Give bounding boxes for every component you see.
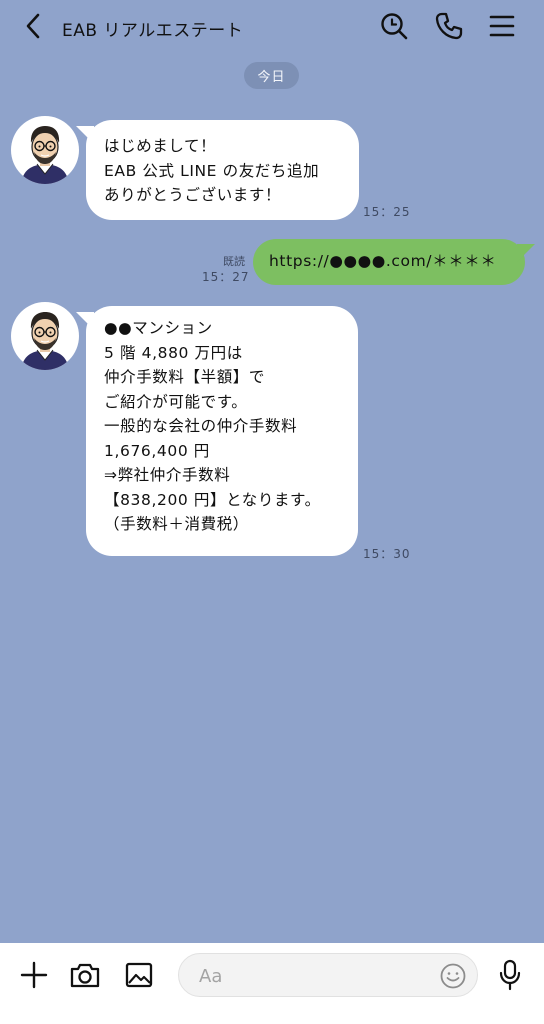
emoji-icon[interactable] [439,962,467,990]
message-text: はじめまして！ EAB 公式 LINE の友だち追加 ありがとうございます！ [104,137,320,204]
chat-screen: EAB リアルエステート 今日 はじめまして！ EAB 公式 LINE の友だち… [0,0,544,1024]
search-button[interactable] [376,10,412,46]
chat-title: EAB リアルエステート [62,21,244,41]
search-icon [379,11,409,45]
message-time: 15：25 [363,205,411,219]
camera-button[interactable] [67,959,103,995]
back-button[interactable] [18,12,50,44]
person-avatar-icon [12,303,78,370]
person-avatar-icon [12,117,78,184]
menu-icon [487,11,517,45]
microphone-button[interactable] [492,959,528,995]
message-input[interactable] [197,954,441,998]
chat-header: EAB リアルエステート [0,0,544,60]
add-button[interactable] [16,959,52,995]
menu-button[interactable] [484,10,520,46]
microphone-icon [496,959,524,995]
message-text: ●●マンション 5 階 4,880 万円は 仲介手数料【半額】で ご紹介が可能で… [104,319,321,533]
outgoing-message-bubble[interactable]: https://●●●●.com/＊＊＊＊ [253,239,535,285]
message-link[interactable]: https://●●●●.com/＊＊＊＊ [269,249,525,273]
avatar[interactable] [11,302,79,370]
message-time: 15：27 [202,270,250,284]
chevron-left-icon [22,12,46,44]
message-input-container[interactable] [178,953,478,998]
call-button[interactable] [431,10,467,46]
avatar[interactable] [11,116,79,184]
camera-icon [69,960,101,994]
image-button[interactable] [121,959,157,995]
plus-icon [19,960,49,994]
read-receipt: 既読 [223,255,245,268]
date-separator: 今日 [244,62,299,89]
message-time: 15：30 [363,547,411,561]
incoming-message-bubble[interactable]: ●●マンション 5 階 4,880 万円は 仲介手数料【半額】で ご紹介が可能で… [76,306,358,556]
incoming-message-bubble[interactable]: はじめまして！ EAB 公式 LINE の友だち追加 ありがとうございます！ [76,120,359,220]
phone-icon [434,11,464,45]
chat-input-bar [0,943,544,1024]
image-icon [124,960,154,994]
